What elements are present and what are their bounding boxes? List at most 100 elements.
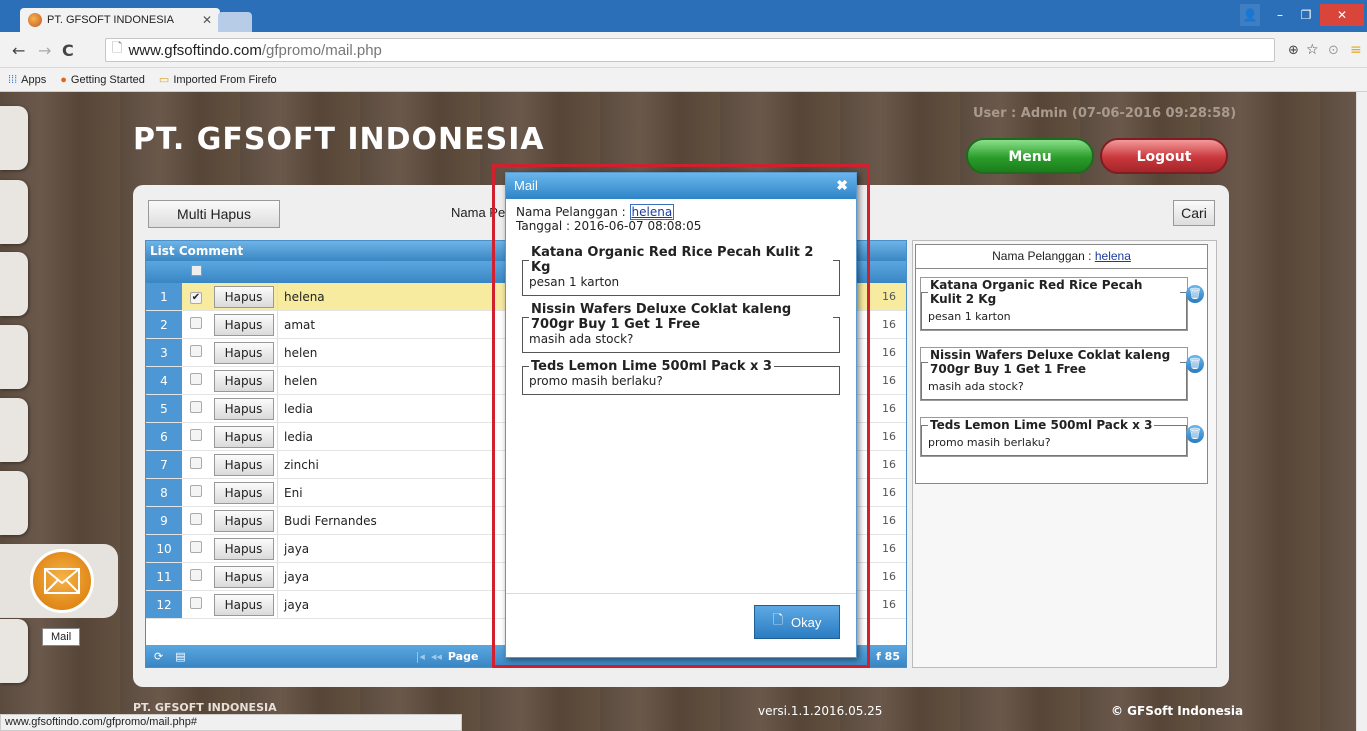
row-checkbox[interactable] <box>190 457 202 469</box>
dialog-separator <box>506 593 856 594</box>
side-tab-4[interactable] <box>0 325 28 389</box>
row-checkbox[interactable] <box>190 597 202 609</box>
reload-icon[interactable]: C <box>62 41 74 60</box>
dialog-date: Tanggal : 2016-06-07 08:08:05 <box>516 219 702 233</box>
detail-item: Katana Organic Red Rice Pecah Kulit 2 Kg… <box>920 277 1188 331</box>
forward-icon[interactable]: → <box>38 41 51 60</box>
row-date: 16 <box>882 346 896 359</box>
trash-icon[interactable]: 🗑 <box>1186 285 1204 303</box>
bookmark-imported[interactable]: ▭ Imported From Firefo <box>159 73 277 87</box>
footer-company: PT. GFSOFT INDONESIA <box>133 701 277 714</box>
page-scrollbar[interactable] <box>1356 92 1367 731</box>
row-checkbox[interactable] <box>190 485 202 497</box>
side-tab-7[interactable] <box>0 619 28 683</box>
side-tab-6[interactable] <box>0 471 28 535</box>
row-checkbox[interactable] <box>190 569 202 581</box>
row-checkbox[interactable] <box>190 401 202 413</box>
hapus-button[interactable]: Hapus <box>213 369 274 392</box>
row-number: 8 <box>146 479 182 506</box>
row-date: 16 <box>882 570 896 583</box>
row-number: 9 <box>146 507 182 534</box>
firefox-icon: ● <box>60 73 67 86</box>
zoom-icon[interactable]: ⊕ <box>1288 43 1299 58</box>
refresh-icon[interactable]: ⟳ <box>154 650 163 663</box>
dialog-item: Nissin Wafers Deluxe Coklat kaleng 700gr… <box>522 302 840 353</box>
tab-close-icon[interactable]: ✕ <box>202 13 212 27</box>
hapus-button[interactable]: Hapus <box>213 285 274 308</box>
trash-icon[interactable]: 🗑 <box>1186 355 1204 373</box>
page-icon: 🗋 <box>112 40 123 55</box>
hapus-button[interactable]: Hapus <box>213 313 274 336</box>
row-number: 1 <box>146 283 182 310</box>
bookmark-apps[interactable]: ⁞⁞⁞ Apps <box>8 74 46 86</box>
row-checkbox[interactable] <box>190 513 202 525</box>
bookmarks-bar: ⁞⁞⁞ Apps ● Getting Started ▭ Imported From … <box>0 68 1367 92</box>
dialog-close-icon[interactable]: ✖ <box>836 177 848 194</box>
minimize-icon[interactable]: – <box>1268 4 1292 26</box>
multi-hapus-button[interactable]: Multi Hapus <box>148 200 280 228</box>
status-bar-url: www.gfsoftindo.com/gfpromo/mail.php# <box>0 714 462 731</box>
mail-dialog: Mail ✖ Nama Pelanggan : helena Tanggal :… <box>505 172 857 658</box>
menu-icon[interactable]: ≡ <box>1350 42 1362 58</box>
row-checkbox[interactable] <box>190 345 202 357</box>
prev-page-icon[interactable]: ◂◂ <box>431 650 442 663</box>
row-checkbox[interactable]: ✔ <box>190 292 202 304</box>
row-number: 7 <box>146 451 182 478</box>
select-all-checkbox[interactable] <box>190 265 202 276</box>
row-checkbox[interactable] <box>190 317 202 329</box>
row-checkbox[interactable] <box>190 373 202 385</box>
browser-tab[interactable]: PT. GFSOFT INDONESIA ✕ <box>20 8 220 32</box>
menu-button[interactable]: Menu <box>966 138 1094 174</box>
detail-inner: Nama Pelanggan : helena Katana Organic R… <box>915 244 1208 484</box>
detail-panel: Nama Pelanggan : helena Katana Organic R… <box>912 240 1217 668</box>
side-tab-2[interactable] <box>0 180 28 244</box>
hapus-button[interactable]: Hapus <box>213 341 274 364</box>
row-date: 16 <box>882 430 896 443</box>
row-number: 3 <box>146 339 182 366</box>
profile-icon[interactable]: 👤 <box>1240 4 1260 26</box>
hapus-button[interactable]: Hapus <box>213 425 274 448</box>
cari-button[interactable]: Cari <box>1173 200 1215 226</box>
bookmark-star-icon[interactable]: ☆ <box>1306 42 1319 58</box>
hapus-button[interactable]: Hapus <box>213 537 274 560</box>
row-number: 11 <box>146 563 182 590</box>
extension-icon[interactable]: ⊙ <box>1328 43 1339 58</box>
logout-button[interactable]: Logout <box>1100 138 1228 174</box>
row-checkbox[interactable] <box>190 541 202 553</box>
hapus-button[interactable]: Hapus <box>213 593 274 616</box>
dialog-customer-link[interactable]: helena <box>629 204 675 220</box>
detail-item: Teds Lemon Lime 500ml Pack x 3 promo masi… <box>920 417 1188 457</box>
mail-envelope-icon[interactable] <box>30 549 94 613</box>
mail-tooltip: Mail <box>42 628 81 646</box>
row-checkbox[interactable] <box>190 429 202 441</box>
hapus-button[interactable]: Hapus <box>213 397 274 420</box>
dialog-titlebar: Mail ✖ <box>506 173 856 199</box>
hapus-button[interactable]: Hapus <box>213 509 274 532</box>
columns-icon[interactable]: ▤ <box>175 650 185 663</box>
trash-icon[interactable]: 🗑 <box>1186 425 1204 443</box>
side-tab-5[interactable] <box>0 398 28 462</box>
restore-icon[interactable]: ❐ <box>1294 4 1318 26</box>
user-info: User : Admin (07-06-2016 09:28:58) <box>973 106 1237 121</box>
dialog-title: Mail <box>514 178 538 193</box>
pager-page-label: Page <box>447 649 479 663</box>
side-tab-3[interactable] <box>0 252 28 316</box>
first-page-icon[interactable]: |◂ <box>416 650 425 663</box>
bookmark-getting-started[interactable]: ● Getting Started <box>60 74 145 86</box>
detail-customer-link[interactable]: helena <box>1095 249 1131 263</box>
hapus-button[interactable]: Hapus <box>213 481 274 504</box>
footer-copyright: © GFSoft Indonesia <box>1111 704 1244 718</box>
back-icon[interactable]: ← <box>12 41 25 60</box>
window-close-icon[interactable]: ✕ <box>1320 4 1364 26</box>
footer-version: versi.1.1.2016.05.25 <box>758 704 883 718</box>
url-host: www.gfsoftindo.com <box>128 41 262 59</box>
side-tab-1[interactable] <box>0 106 28 170</box>
hapus-button[interactable]: Hapus <box>213 565 274 588</box>
url-path: /gfpromo/mail.php <box>261 41 382 59</box>
address-bar[interactable]: 🗋 www.gfsoftindo.com/gfpromo/mail.php <box>105 38 1275 62</box>
apps-grid-icon: ⁞⁞⁞ <box>8 73 18 86</box>
okay-button[interactable]: 🗋 Okay <box>754 605 840 639</box>
new-tab-button[interactable] <box>218 12 252 32</box>
row-date: 16 <box>882 458 896 471</box>
hapus-button[interactable]: Hapus <box>213 453 274 476</box>
